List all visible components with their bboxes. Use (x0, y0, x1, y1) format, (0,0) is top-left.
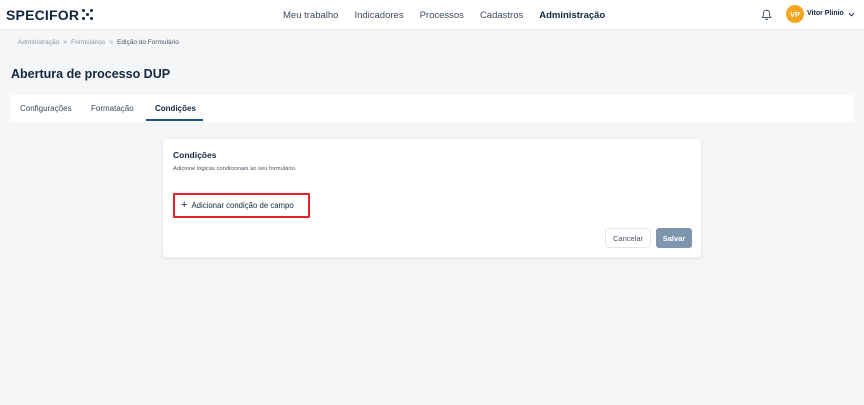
bell-icon[interactable] (761, 9, 772, 21)
plus-icon: + (181, 198, 188, 211)
tabs-bar: Configurações Formatação Condições (10, 95, 854, 122)
nav-item-processos[interactable]: Processos (420, 10, 464, 21)
tab-condicoes[interactable]: Condições (155, 104, 196, 113)
conditions-card: Condições Adicione lógicas condicionais … (162, 138, 702, 258)
logo[interactable]: SPECIFOR (6, 7, 94, 23)
nav-item-cadastros[interactable]: Cadastros (480, 10, 523, 21)
active-tab-indicator (146, 119, 203, 121)
add-field-condition-label: Adicionar condição de campo (191, 201, 294, 210)
add-field-condition-button[interactable]: + Adicionar condição de campo (173, 193, 310, 218)
breadcrumb-separator: > (109, 39, 114, 46)
nav-item-indicadores[interactable]: Indicadores (354, 10, 403, 21)
cancel-button[interactable]: Cancelar (605, 228, 651, 248)
nav-item-administracao[interactable]: Administração (539, 10, 605, 21)
avatar[interactable]: VP (786, 5, 804, 23)
breadcrumb-separator: > (63, 39, 67, 46)
breadcrumb-item-current: Edição do Formulário (117, 39, 179, 46)
breadcrumb-item-administracao[interactable]: Administração (18, 39, 59, 46)
user-name[interactable]: Vitor Plinio (807, 10, 844, 17)
logo-dots-icon (82, 8, 94, 20)
main-nav: Meu trabalho Indicadores Processos Cadas… (283, 0, 605, 30)
logo-text: SPECIFOR (6, 7, 80, 23)
nav-item-meu-trabalho[interactable]: Meu trabalho (283, 10, 338, 21)
save-button[interactable]: Salvar (656, 228, 692, 248)
page-title: Abertura de processo DUP (11, 67, 171, 81)
card-subtitle: Adicione lógicas condicionais ao seu for… (173, 166, 297, 172)
breadcrumb: Administração > Formulários > Edição do … (18, 39, 179, 46)
breadcrumb-item-formularios[interactable]: Formulários (71, 39, 105, 46)
card-title: Condições (173, 150, 217, 160)
tab-formatacao[interactable]: Formatação (91, 104, 134, 113)
chevron-down-icon[interactable] (848, 11, 855, 18)
tab-configuracoes[interactable]: Configurações (20, 104, 72, 113)
top-navigation-bar: SPECIFOR Meu trabalho Indicadores Proces… (0, 0, 864, 30)
